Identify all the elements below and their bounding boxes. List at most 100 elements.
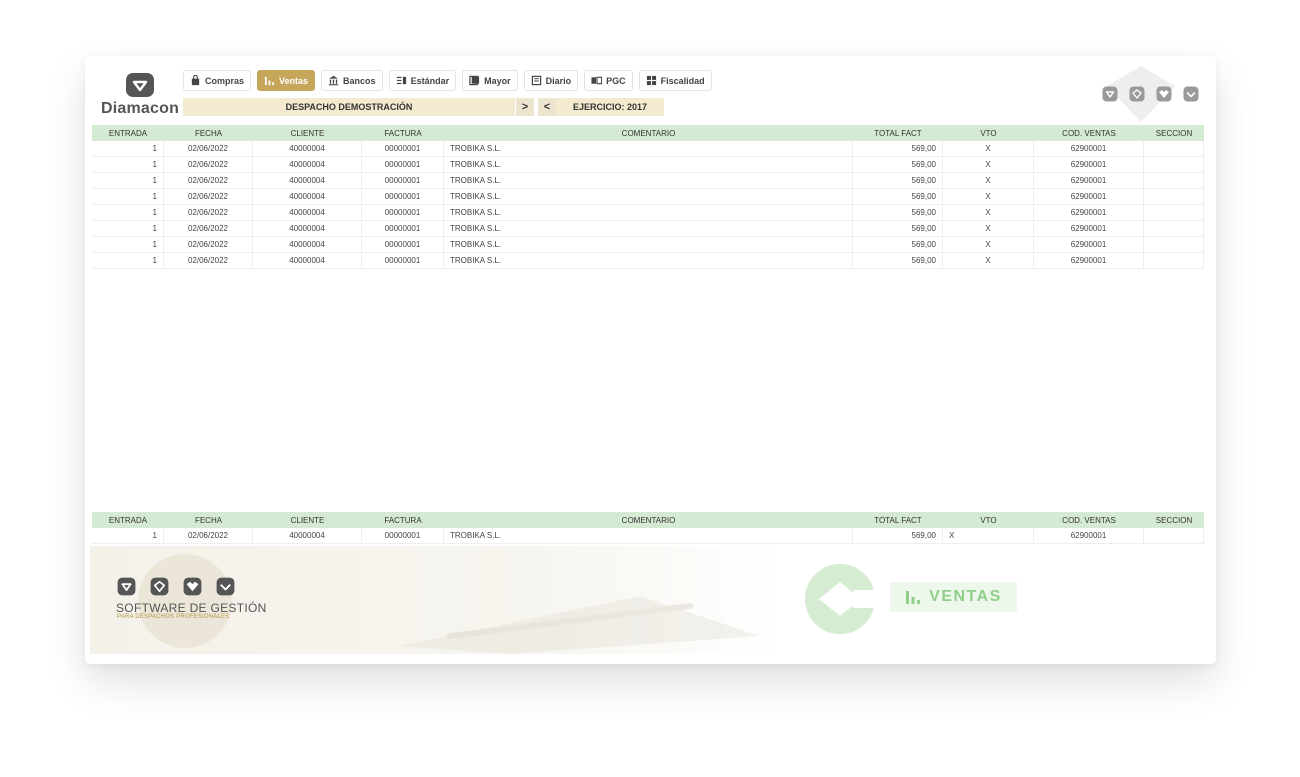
check-diamond-icon[interactable] [1183, 86, 1199, 102]
cell-cliente[interactable]: 40000004 [253, 189, 362, 204]
cell-entrada[interactable]: 1 [92, 253, 164, 268]
cell-vto[interactable]: X [943, 253, 1034, 268]
nav-diario-button[interactable]: Diario [523, 70, 579, 91]
detail-row[interactable]: 1 02/06/2022 40000004 00000001 TROBIKA S… [92, 528, 1204, 544]
cell-factura[interactable]: 00000001 [362, 237, 444, 252]
nav-bancos-button[interactable]: Bancos [321, 70, 383, 91]
cell-comentario[interactable]: TROBIKA S.L. [444, 157, 853, 172]
cell-cod[interactable]: 62900001 [1034, 221, 1144, 236]
cell-vto[interactable]: X [943, 189, 1034, 204]
cell-entrada[interactable]: 1 [92, 528, 164, 543]
cell-entrada[interactable]: 1 [92, 141, 164, 156]
cell-factura[interactable]: 00000001 [362, 189, 444, 204]
cell-factura[interactable]: 00000001 [362, 528, 444, 543]
cell-cod[interactable]: 62900001 [1034, 528, 1144, 543]
nav-compras-button[interactable]: Compras [183, 70, 252, 91]
prev-button[interactable]: < [538, 98, 556, 116]
cell-cliente[interactable]: 40000004 [253, 141, 362, 156]
cell-fecha[interactable]: 02/06/2022 [164, 157, 253, 172]
cell-total[interactable]: 569,00 [853, 157, 943, 172]
cell-entrada[interactable]: 1 [92, 205, 164, 220]
cell-factura[interactable]: 00000001 [362, 205, 444, 220]
cell-fecha[interactable]: 02/06/2022 [164, 221, 253, 236]
cell-seccion[interactable] [1144, 237, 1204, 252]
cell-seccion[interactable] [1144, 253, 1204, 268]
cell-vto[interactable]: X [943, 237, 1034, 252]
table-row[interactable]: 1 02/06/2022 40000004 00000001 TROBIKA S.L. 5… [92, 189, 1204, 205]
cell-entrada[interactable]: 1 [92, 189, 164, 204]
table-row[interactable]: 1 02/06/2022 40000004 00000001 TROBIKA S.L. 5… [92, 205, 1204, 221]
cell-seccion[interactable] [1144, 528, 1204, 543]
cell-fecha[interactable]: 02/06/2022 [164, 253, 253, 268]
cell-fecha[interactable]: 02/06/2022 [164, 528, 253, 543]
cell-cliente[interactable]: 40000004 [253, 253, 362, 268]
cell-cod[interactable]: 62900001 [1034, 205, 1144, 220]
col-comentario[interactable]: COMENTARIO [444, 125, 853, 141]
cell-fecha[interactable]: 02/06/2022 [164, 237, 253, 252]
col-cod-ventas[interactable]: COD. VENTAS [1034, 125, 1144, 141]
cell-seccion[interactable] [1144, 157, 1204, 172]
cell-total[interactable]: 569,00 [853, 173, 943, 188]
table-row[interactable]: 1 02/06/2022 40000004 00000001 TROBIKA S.L. 5… [92, 253, 1204, 269]
col-entrada[interactable]: ENTRADA [92, 125, 164, 141]
cell-comentario[interactable]: TROBIKA S.L. [444, 173, 853, 188]
cell-entrada[interactable]: 1 [92, 157, 164, 172]
cell-total[interactable]: 569,00 [853, 141, 943, 156]
cell-cliente[interactable]: 40000004 [253, 221, 362, 236]
cell-cliente[interactable]: 40000004 [253, 173, 362, 188]
col-cliente[interactable]: CLIENTE [253, 125, 362, 141]
table-row[interactable]: 1 02/06/2022 40000004 00000001 TROBIKA S.L. 5… [92, 237, 1204, 253]
cell-vto[interactable]: X [943, 141, 1034, 156]
cell-cliente[interactable]: 40000004 [253, 237, 362, 252]
col-seccion[interactable]: SECCION [1144, 125, 1204, 141]
cell-total[interactable]: 569,00 [853, 237, 943, 252]
cell-cliente[interactable]: 40000004 [253, 528, 362, 543]
diamond-icon[interactable] [1102, 86, 1118, 102]
cell-entrada[interactable]: 1 [92, 173, 164, 188]
cell-seccion[interactable] [1144, 205, 1204, 220]
cell-comentario[interactable]: TROBIKA S.L. [444, 253, 853, 268]
cell-cod[interactable]: 62900001 [1034, 141, 1144, 156]
cell-fecha[interactable]: 02/06/2022 [164, 205, 253, 220]
cell-factura[interactable]: 00000001 [362, 221, 444, 236]
col-fecha[interactable]: FECHA [164, 125, 253, 141]
table-row[interactable]: 1 02/06/2022 40000004 00000001 TROBIKA S.L. 5… [92, 157, 1204, 173]
table-row[interactable]: 1 02/06/2022 40000004 00000001 TROBIKA S.L. 5… [92, 141, 1204, 157]
cell-comentario[interactable]: TROBIKA S.L. [444, 221, 853, 236]
cell-cod[interactable]: 62900001 [1034, 253, 1144, 268]
table-row[interactable]: 1 02/06/2022 40000004 00000001 TROBIKA S.L. 5… [92, 221, 1204, 237]
cell-cod[interactable]: 62900001 [1034, 189, 1144, 204]
cell-total[interactable]: 569,00 [853, 221, 943, 236]
cell-vto[interactable]: X [943, 221, 1034, 236]
nav-fiscalidad-button[interactable]: Fiscalidad [638, 70, 712, 91]
cell-comentario[interactable]: TROBIKA S.L. [444, 205, 853, 220]
cell-comentario[interactable]: TROBIKA S.L. [444, 189, 853, 204]
cell-entrada[interactable]: 1 [92, 237, 164, 252]
nav-ventas-button[interactable]: Ventas [257, 70, 316, 91]
cell-vto[interactable]: X [943, 205, 1034, 220]
nav-mayor-button[interactable]: Mayor [462, 70, 518, 91]
cell-vto[interactable]: X [943, 528, 1034, 543]
cell-cod[interactable]: 62900001 [1034, 237, 1144, 252]
next-button[interactable]: > [516, 98, 534, 116]
cell-comentario[interactable]: TROBIKA S.L. [444, 528, 853, 543]
cell-factura[interactable]: 00000001 [362, 141, 444, 156]
cell-factura[interactable]: 00000001 [362, 253, 444, 268]
cell-vto[interactable]: X [943, 173, 1034, 188]
cell-cliente[interactable]: 40000004 [253, 205, 362, 220]
cell-fecha[interactable]: 02/06/2022 [164, 189, 253, 204]
cell-seccion[interactable] [1144, 221, 1204, 236]
col-factura[interactable]: FACTURA [362, 125, 444, 141]
cell-cod[interactable]: 62900001 [1034, 157, 1144, 172]
cell-factura[interactable]: 00000001 [362, 173, 444, 188]
cell-fecha[interactable]: 02/06/2022 [164, 141, 253, 156]
cell-fecha[interactable]: 02/06/2022 [164, 173, 253, 188]
diamond-outline-icon[interactable] [1129, 86, 1145, 102]
cell-vto[interactable]: X [943, 157, 1034, 172]
cell-cod[interactable]: 62900001 [1034, 173, 1144, 188]
cell-cliente[interactable]: 40000004 [253, 157, 362, 172]
col-vto[interactable]: VTO [943, 125, 1034, 141]
table-row[interactable]: 1 02/06/2022 40000004 00000001 TROBIKA S.L. 5… [92, 173, 1204, 189]
nav-pgc-button[interactable]: PGC [584, 70, 633, 91]
nav-estandar-button[interactable]: Estándar [388, 70, 457, 91]
